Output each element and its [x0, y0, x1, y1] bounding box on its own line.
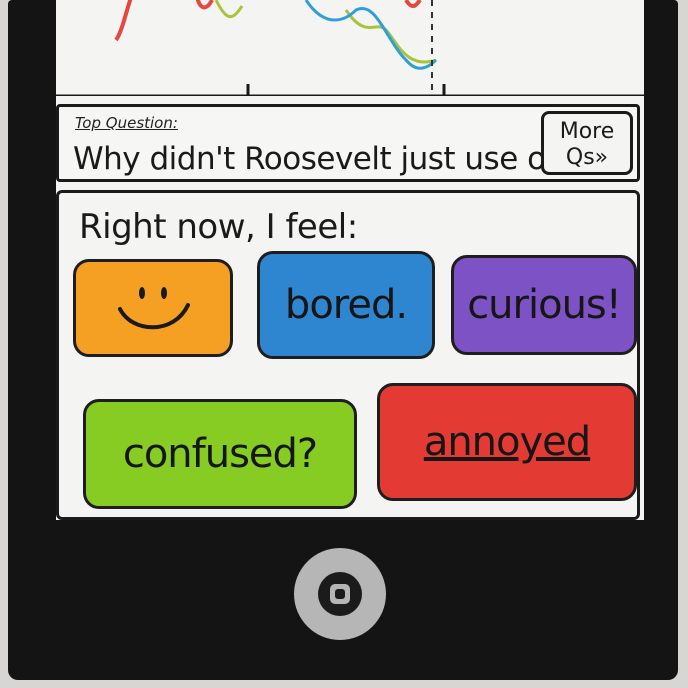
mood-confused-button[interactable]: confused? [83, 399, 357, 509]
home-button-icon [318, 572, 362, 616]
top-question-text: Why didn't Roosevelt just use on [73, 141, 543, 177]
home-button-core [330, 584, 350, 604]
feeling-prompt: Right now, I feel: [79, 207, 358, 247]
phone-screen: Top Question: Why didn't Roosevelt just … [56, 0, 644, 520]
mood-curious-label: curious! [467, 282, 622, 328]
line-chart [56, 0, 644, 96]
more-button-label: More [559, 119, 615, 144]
more-questions-button[interactable]: More Qs» [541, 111, 633, 175]
mood-bored-button[interactable]: bored. [257, 251, 435, 359]
mood-annoyed-label: annoyed [423, 419, 591, 465]
mood-curious-button[interactable]: curious! [451, 255, 637, 355]
smiley-face-icon [118, 287, 190, 330]
chart-line-red [114, 0, 422, 42]
mood-bored-label: bored. [284, 282, 408, 328]
chart-svg [56, 0, 644, 96]
mood-confused-label: confused? [122, 431, 318, 477]
mood-happy-button[interactable] [73, 259, 233, 357]
chart-line-blue [304, 0, 438, 70]
phone-frame: Top Question: Why didn't Roosevelt just … [8, 0, 678, 680]
top-question-label: Top Question: [75, 114, 178, 132]
top-question-bar[interactable]: Top Question: Why didn't Roosevelt just … [56, 104, 640, 182]
home-button[interactable] [294, 548, 386, 640]
feeling-panel: Right now, I feel: bored. curious! confu… [56, 190, 640, 520]
mood-annoyed-button[interactable]: annoyed [377, 383, 637, 501]
chart-line-green [214, 0, 437, 64]
more-button-sublabel: Qs» [565, 145, 609, 170]
home-button-dot [335, 589, 345, 599]
